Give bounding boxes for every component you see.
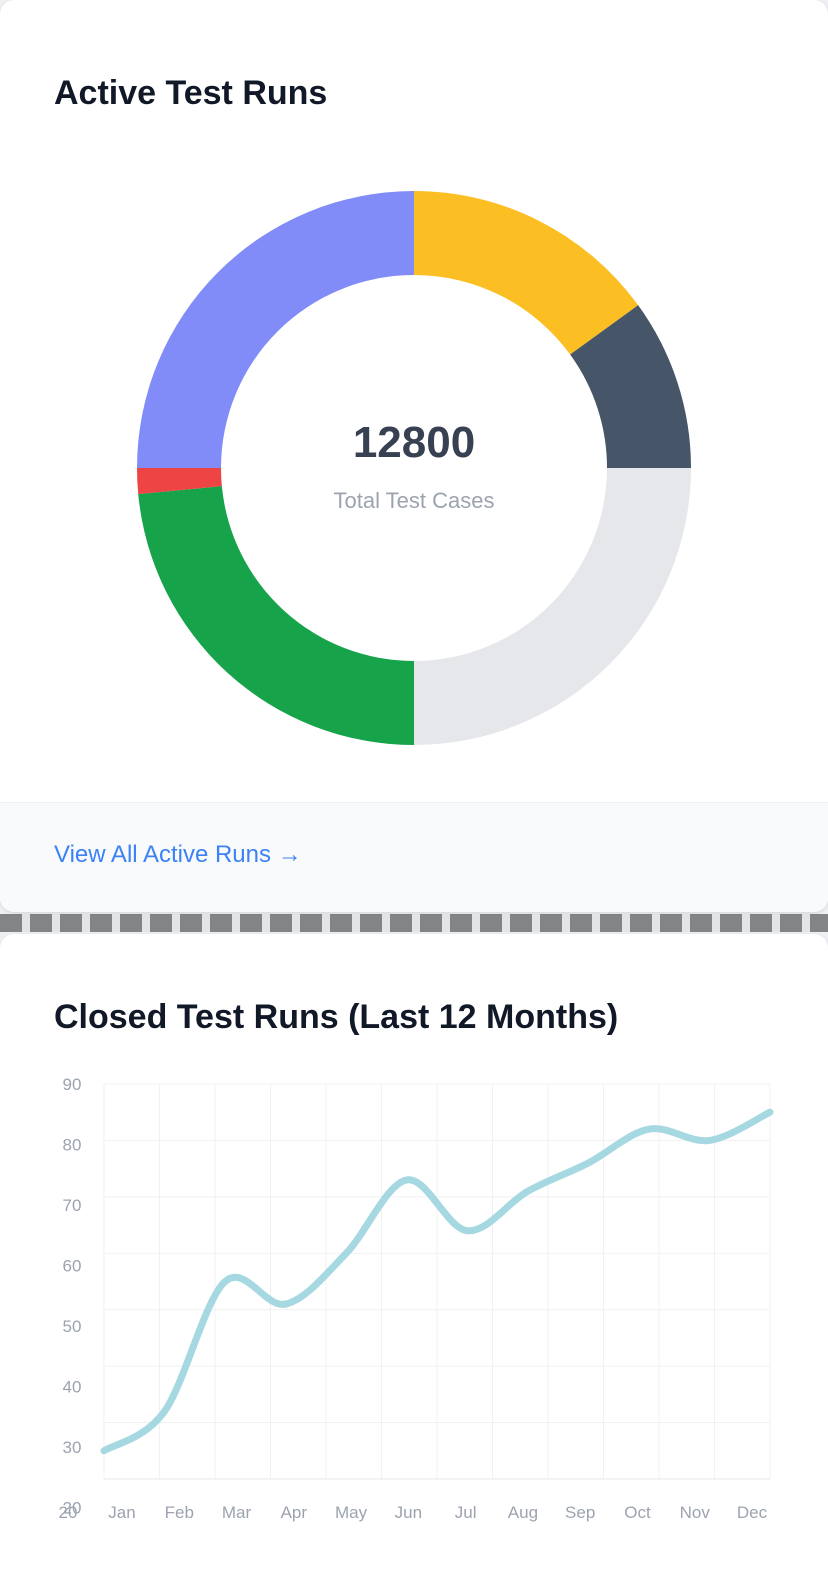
x-tick-label: Oct — [624, 1503, 651, 1522]
total-test-cases-label: Total Test Cases — [333, 488, 495, 513]
y-tick-label: 70 — [63, 1196, 82, 1215]
link-label: View All Active Runs — [54, 841, 271, 868]
closed-test-runs-card: Closed Test Runs (Last 12 Months) 90 80 70… — [0, 934, 828, 1588]
x-tick-label: Jul — [455, 1503, 477, 1522]
x-tick-label: Jan — [108, 1503, 135, 1522]
x-tick-label: Aug — [508, 1503, 538, 1522]
x-tick-label: Jun — [395, 1503, 422, 1522]
y-tick-label: 80 — [63, 1136, 82, 1155]
y-tick-label: 40 — [63, 1378, 82, 1397]
x-tick-label: Dec — [737, 1503, 768, 1522]
y-tick-label: 50 — [63, 1317, 82, 1336]
line-chart: 908070605040302020 Jan Feb Mar Apr May Jun Jul A… — [59, 1075, 774, 1522]
donut-chart-svg — [137, 191, 691, 745]
x-tick-label: Feb — [165, 1503, 194, 1522]
view-all-active-runs-link[interactable]: View All Active Runs → — [54, 841, 302, 869]
donut-chart — [0, 0, 828, 800]
donut-slice[interactable] — [138, 486, 414, 745]
x-tick-label: Sep — [565, 1503, 595, 1522]
section-divider — [0, 914, 828, 932]
x-tick-label: Apr — [281, 1503, 308, 1522]
arrow-right-icon: → — [277, 841, 302, 868]
active-test-runs-card: Active Test Runs 12800 Total Test Cases … — [0, 0, 828, 912]
card-footer: View All Active Runs → — [0, 802, 828, 912]
y-tick-label: 30 — [63, 1438, 82, 1457]
y-tick-label: 90 — [63, 1075, 82, 1094]
y-tick-label: 60 — [63, 1257, 82, 1276]
x-tick-label: Mar — [222, 1503, 252, 1522]
total-test-cases-value: 12800 — [352, 418, 476, 467]
x-tick-label: Nov — [680, 1503, 711, 1522]
x-tick-label: May — [335, 1503, 368, 1522]
x-tick-label: 20 — [59, 1503, 78, 1522]
